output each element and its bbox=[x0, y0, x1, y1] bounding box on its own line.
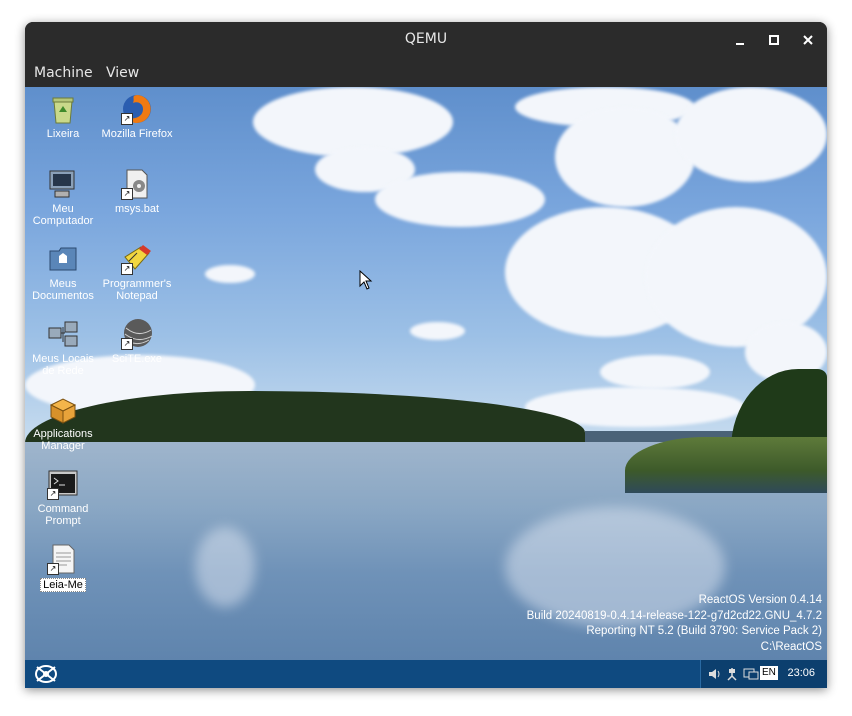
network-icon[interactable] bbox=[725, 667, 739, 684]
mouse-cursor-icon bbox=[359, 269, 373, 294]
icon-label: Mozilla Firefox bbox=[101, 128, 173, 140]
desktop-icon-msys-bat[interactable]: ↗ msys.bat bbox=[99, 168, 175, 215]
cloud-reflection bbox=[195, 527, 255, 607]
icon-label: Lixeira bbox=[46, 128, 80, 140]
desktop-icon-my-computer[interactable]: Meu Computador bbox=[25, 168, 101, 227]
menu-view[interactable]: View bbox=[106, 65, 139, 81]
reporting-line: Reporting NT 5.2 (Build 3790: Service Pa… bbox=[586, 625, 822, 637]
title-bar[interactable]: QEMU bbox=[25, 22, 827, 59]
version-info: ReactOS Version 0.4.14 Build 20240819-0.… bbox=[527, 593, 822, 655]
close-button[interactable] bbox=[799, 31, 817, 49]
icon-label: Applications Manager bbox=[33, 428, 93, 452]
icon-label: Programmer's Notepad bbox=[102, 278, 172, 302]
maximize-button[interactable] bbox=[765, 31, 783, 49]
minimize-button[interactable] bbox=[731, 31, 749, 49]
cloud bbox=[600, 355, 710, 389]
computer-icon bbox=[47, 168, 79, 200]
cloud bbox=[205, 265, 255, 283]
start-button[interactable] bbox=[33, 663, 59, 685]
icon-label: SciTE.exe bbox=[111, 353, 163, 365]
system-tray: EN 23:06 bbox=[700, 660, 827, 688]
batch-file-icon: ↗ bbox=[121, 168, 153, 200]
icon-label: Meus Locais de Rede bbox=[32, 353, 94, 377]
command-prompt-icon: ↗ bbox=[47, 468, 79, 500]
desktop-icon-my-documents[interactable]: Meus Documentos bbox=[25, 243, 101, 302]
network-places-icon bbox=[47, 318, 79, 350]
desktop-icon-command-prompt[interactable]: ↗ Command Prompt bbox=[25, 468, 101, 527]
desktop-icon-scite[interactable]: ↗ SciTE.exe bbox=[99, 318, 175, 365]
recycle-bin-icon bbox=[47, 93, 79, 125]
cloud bbox=[555, 107, 695, 207]
icon-label: Meu Computador bbox=[32, 203, 94, 227]
desktop-icon-leia-me[interactable]: ↗ Leia-Me bbox=[25, 543, 101, 592]
cloud bbox=[375, 172, 545, 227]
cloud bbox=[675, 87, 827, 182]
firefox-icon: ↗ bbox=[121, 93, 153, 125]
scite-icon: ↗ bbox=[121, 318, 153, 350]
display-icon[interactable] bbox=[743, 667, 759, 684]
window-title: QEMU bbox=[404, 31, 448, 47]
reactos-logo-icon bbox=[35, 665, 57, 683]
volume-icon[interactable] bbox=[707, 667, 721, 684]
close-icon bbox=[803, 35, 813, 45]
build-line: Build 20240819-0.4.14-release-122-g7d2cd… bbox=[526, 609, 822, 622]
path-line: C:\ReactOS bbox=[760, 640, 822, 653]
taskbar: EN 23:06 bbox=[25, 660, 827, 688]
desktop-icon-programmers-notepad[interactable]: ↗ Programmer's Notepad bbox=[99, 243, 175, 302]
desktop-icon-applications-manager[interactable]: Applications Manager bbox=[25, 393, 101, 452]
desktop-icon-firefox[interactable]: ↗ Mozilla Firefox bbox=[99, 93, 175, 140]
maximize-icon bbox=[769, 35, 779, 45]
icon-label: msys.bat bbox=[114, 203, 159, 215]
icon-label-selected: Leia-Me bbox=[40, 578, 86, 592]
language-indicator[interactable]: EN bbox=[760, 666, 778, 680]
desktop-icon-network-places[interactable]: Meus Locais de Rede bbox=[25, 318, 101, 377]
text-document-icon: ↗ bbox=[47, 543, 79, 575]
menu-machine[interactable]: Machine bbox=[34, 65, 93, 81]
guest-screen[interactable]: Lixeira ↗ Mozilla Firefox Meu Computador… bbox=[25, 87, 827, 688]
cloud bbox=[410, 322, 465, 340]
clock[interactable]: 23:06 bbox=[787, 667, 815, 679]
desktop-icon-recycle-bin[interactable]: Lixeira bbox=[25, 93, 101, 140]
documents-folder-icon bbox=[47, 243, 79, 275]
cloud bbox=[253, 87, 453, 157]
icon-label: Command Prompt bbox=[37, 503, 89, 527]
notepad-icon: ↗ bbox=[121, 243, 153, 275]
reeds bbox=[625, 437, 827, 493]
menu-bar: Machine View bbox=[25, 59, 827, 87]
minimize-icon bbox=[736, 43, 744, 45]
qemu-window: QEMU Machine View Lixeira ↗ Mozilla Fire… bbox=[25, 22, 827, 688]
applications-manager-icon bbox=[47, 393, 79, 425]
version-line: ReactOS Version 0.4.14 bbox=[698, 594, 822, 606]
icon-label: Meus Documentos bbox=[32, 278, 94, 302]
